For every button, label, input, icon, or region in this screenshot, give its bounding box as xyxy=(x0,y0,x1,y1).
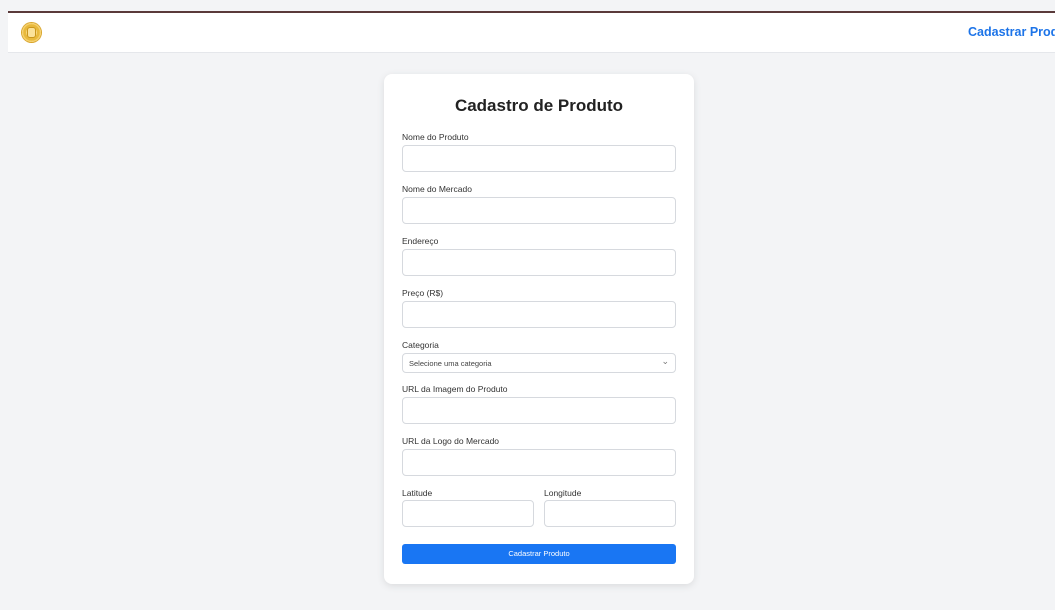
longitude-label: Longitude xyxy=(544,488,582,498)
market-name-label: Nome do Mercado xyxy=(402,184,472,194)
market-name-input[interactable] xyxy=(402,197,676,224)
address-label: Endereço xyxy=(402,236,439,246)
market-logo-url-input[interactable] xyxy=(402,449,676,476)
product-form-card: Cadastro de Produto Nome do Produto Nome… xyxy=(384,74,694,584)
product-name-label: Nome do Produto xyxy=(402,132,469,142)
price-input[interactable] xyxy=(402,301,676,328)
market-logo-url-label: URL da Logo do Mercado xyxy=(402,436,500,446)
product-name-input[interactable] xyxy=(402,145,676,172)
longitude-input[interactable] xyxy=(544,500,676,527)
latitude-label: Latitude xyxy=(402,488,433,498)
submit-button[interactable]: Cadastrar Produto xyxy=(402,544,676,564)
product-image-url-label: URL da Imagem do Produto xyxy=(402,384,508,394)
top-navbar: Cadastrar Produto xyxy=(8,11,1055,53)
category-label: Categoria xyxy=(402,340,439,350)
address-input[interactable] xyxy=(402,249,676,276)
latitude-input[interactable] xyxy=(402,500,534,527)
nav-cadastrar-produto-link[interactable]: Cadastrar Produto xyxy=(968,25,1055,39)
category-select-value: Selecione uma categoria xyxy=(409,359,492,368)
product-image-url-input[interactable] xyxy=(402,397,676,424)
category-select[interactable]: Selecione uma categoria ⌄ xyxy=(402,353,676,373)
chevron-down-icon: ⌄ xyxy=(661,356,669,366)
form-title: Cadastro de Produto xyxy=(454,96,624,115)
logo-icon[interactable] xyxy=(22,23,41,42)
price-label: Preço (R$) xyxy=(402,288,444,298)
